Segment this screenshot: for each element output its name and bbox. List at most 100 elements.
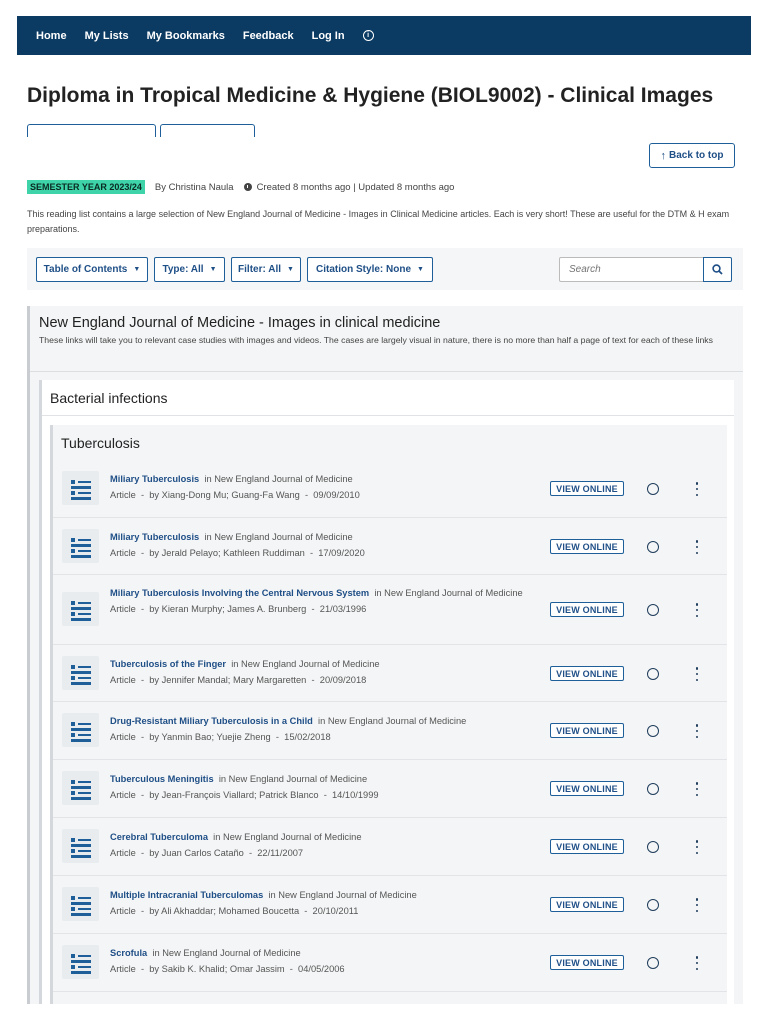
list-author[interactable]: By Christina Naula: [155, 182, 234, 193]
resource-journal: in New England Journal of Medicine: [213, 832, 362, 842]
resource-text: Miliary Tuberculosis Involving the Centr…: [110, 585, 524, 617]
list-toolbar: Table of Contents ▼ Type: All ▼ Filter: Al…: [27, 248, 743, 290]
resource-item[interactable]: Multiple Intracranial Tuberculomas in Ne…: [53, 876, 727, 934]
section-title: New England Journal of Medicine - Images…: [39, 315, 441, 331]
resource-meta: Article - by Xiang-Dong Mu; Guang-Fa Wan…: [110, 490, 360, 500]
subsection-tuberculosis: Tuberculosis Miliary Tuberculosis in New…: [50, 425, 727, 1004]
read-status-toggle[interactable]: [647, 957, 659, 969]
filter-dropdown[interactable]: Filter: All ▼: [231, 257, 301, 282]
resource-journal: in New England Journal of Medicine: [268, 890, 417, 900]
citation-style-dropdown[interactable]: Citation Style: None ▼: [307, 257, 433, 282]
resource-meta: Article - by Jennifer Mandal; Mary Marga…: [110, 675, 367, 685]
resource-title-link[interactable]: Miliary Tuberculosis: [110, 532, 199, 542]
section-nejm-images: New England Journal of Medicine - Images…: [27, 306, 743, 1004]
view-online-button[interactable]: VIEW ONLINE: [550, 539, 624, 554]
caret-down-icon: ▼: [133, 266, 141, 273]
resource-item[interactable]: Cerebral Tuberculoma in New England Jour…: [53, 818, 727, 876]
more-options-icon[interactable]: [694, 782, 700, 796]
read-status-toggle[interactable]: [647, 604, 659, 616]
resource-item[interactable]: Miliary Tuberculosis in New England Jour…: [53, 460, 727, 518]
caret-down-icon: ▼: [417, 266, 424, 273]
view-online-button[interactable]: VIEW ONLINE: [550, 897, 624, 912]
read-status-toggle[interactable]: [647, 841, 659, 853]
view-online-button[interactable]: VIEW ONLINE: [550, 723, 624, 738]
resource-title-link[interactable]: Scrofula: [110, 948, 147, 958]
subsubsection-title: Tuberculosis: [61, 435, 140, 451]
resource-title-link[interactable]: Drug-Resistant Miliary Tuberculosis in a…: [110, 716, 313, 726]
resource-journal: in New England Journal of Medicine: [318, 716, 467, 726]
read-status-toggle[interactable]: [647, 725, 659, 737]
back-to-top-button[interactable]: ↑ Back to top: [649, 143, 735, 168]
list-meta-row: SEMESTER YEAR 2023/24 By Christina Naula…: [27, 180, 454, 194]
resource-text: Tuberculosis of the Finger in New Englan…: [110, 656, 524, 688]
read-status-toggle[interactable]: [647, 783, 659, 795]
search-icon: [712, 264, 723, 275]
citation-style-label: Citation Style: None: [316, 264, 412, 275]
resource-meta: Article - by Jerald Pelayo; Kathleen Rud…: [110, 548, 365, 558]
read-status-toggle[interactable]: [647, 899, 659, 911]
info-circle-icon[interactable]: i: [362, 30, 374, 41]
view-online-button[interactable]: VIEW ONLINE: [550, 602, 624, 617]
search-button[interactable]: [703, 257, 732, 282]
resource-title-link[interactable]: Tuberculous Meningitis: [110, 774, 214, 784]
read-status-toggle[interactable]: [647, 541, 659, 553]
resource-item[interactable]: Scrofula in New England Journal of Medic…: [53, 934, 727, 992]
resource-title-link[interactable]: Cerebral Tuberculoma: [110, 832, 208, 842]
list-updated: Created 8 months ago | Updated 8 months …: [256, 181, 455, 193]
type-filter-dropdown[interactable]: Type: All ▼: [154, 257, 225, 282]
list-description: This reading list contains a large selec…: [27, 209, 730, 234]
nav-log-in-link[interactable]: Log In: [312, 30, 345, 42]
nav-my-lists-link[interactable]: My Lists: [85, 30, 129, 42]
resource-journal: in New England Journal of Medicine: [204, 532, 353, 542]
more-options-icon[interactable]: [694, 840, 700, 854]
read-status-toggle[interactable]: [647, 483, 659, 495]
more-options-icon[interactable]: [694, 898, 700, 912]
resource-journal: in New England Journal of Medicine: [374, 588, 523, 598]
read-status-toggle[interactable]: [647, 668, 659, 680]
filter-label: Filter: All: [238, 264, 282, 275]
type-filter-label: Type: All: [162, 264, 204, 275]
resource-meta: Article - by Jean-François Viallard; Pat…: [110, 790, 379, 800]
resource-text: Scrofula in New England Journal of Medic…: [110, 945, 524, 977]
resource-item[interactable]: Miliary Tuberculosis Involving the Centr…: [53, 575, 727, 645]
more-options-icon[interactable]: [694, 724, 700, 738]
view-online-button[interactable]: VIEW ONLINE: [550, 481, 624, 496]
resource-title-link[interactable]: Miliary Tuberculosis: [110, 474, 199, 484]
view-online-button[interactable]: VIEW ONLINE: [550, 839, 624, 854]
resource-text: Multiple Intracranial Tuberculomas in Ne…: [110, 887, 524, 919]
resource-journal: in New England Journal of Medicine: [204, 474, 353, 484]
resource-text: Miliary Tuberculosis in New England Jour…: [110, 529, 524, 561]
view-online-button[interactable]: VIEW ONLINE: [550, 955, 624, 970]
resource-item[interactable]: Miliary Tuberculosis in New England Jour…: [53, 518, 727, 575]
nav-my-bookmarks-link[interactable]: My Bookmarks: [147, 30, 225, 42]
nav-feedback-link[interactable]: Feedback: [243, 30, 294, 42]
add-to-my-lists-button-partial[interactable]: [27, 124, 156, 138]
subsection-title: Bacterial infections: [50, 390, 168, 406]
resource-title-link[interactable]: Multiple Intracranial Tuberculomas: [110, 890, 263, 900]
more-options-icon[interactable]: [694, 603, 700, 617]
resource-journal: in New England Journal of Medicine: [218, 774, 368, 784]
nav-home-link[interactable]: Home: [36, 30, 67, 42]
resource-meta: Article - by Kieran Murphy; James A. Bru…: [110, 604, 367, 614]
page-title: Diploma in Tropical Medicine & Hygiene (…: [27, 84, 714, 107]
arrow-up-icon: ↑: [660, 149, 667, 162]
resource-title-link[interactable]: Tuberculosis of the Finger: [110, 659, 226, 669]
resource-journal: in New England Journal of Medicine: [231, 659, 380, 669]
section-description: These links will take you to relevant ca…: [39, 335, 713, 345]
table-of-contents-dropdown[interactable]: Table of Contents ▼: [36, 257, 148, 282]
more-options-icon[interactable]: [694, 540, 700, 554]
more-options-icon[interactable]: [694, 956, 700, 970]
table-of-contents-label: Table of Contents: [43, 264, 128, 275]
view-online-button[interactable]: VIEW ONLINE: [550, 666, 624, 681]
view-online-button[interactable]: VIEW ONLINE: [550, 781, 624, 796]
more-options-icon[interactable]: [694, 482, 700, 496]
search-input[interactable]: [559, 257, 704, 282]
more-options-icon[interactable]: [694, 667, 700, 681]
resource-item[interactable]: Tuberculous Meningitis in New England Jo…: [53, 760, 727, 818]
resource-item[interactable]: Drug-Resistant Miliary Tuberculosis in a…: [53, 702, 727, 760]
resource-title-link[interactable]: Miliary Tuberculosis Involving the Centr…: [110, 588, 369, 598]
resource-text: Tuberculous Meningitis in New England Jo…: [110, 771, 524, 803]
add-bookmark-button-partial[interactable]: [160, 124, 255, 138]
article-icon: [62, 529, 99, 563]
resource-item[interactable]: Tuberculosis of the Finger in New Englan…: [53, 645, 727, 702]
